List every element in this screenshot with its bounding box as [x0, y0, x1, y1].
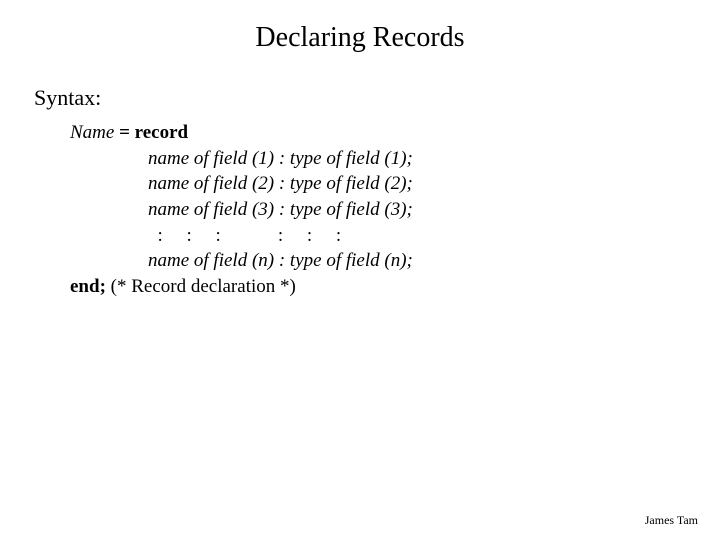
record-keyword: = record	[114, 122, 188, 143]
author-footer: James Tam	[645, 513, 698, 528]
ellipsis-line: : : : : : :	[148, 223, 413, 249]
record-name-word: Name	[70, 122, 114, 143]
field-line-3: name of field (3) : type of field (3);	[148, 197, 413, 223]
decl-first-line: Name = record	[70, 120, 413, 146]
syntax-heading: Syntax:	[34, 85, 101, 111]
end-comment: (* Record declaration *)	[106, 276, 296, 297]
end-line: end; (* Record declaration *)	[70, 274, 413, 300]
end-keyword: end;	[70, 276, 106, 297]
page-title: Declaring Records	[0, 22, 720, 54]
field-line-2: name of field (2) : type of field (2);	[148, 171, 413, 197]
slide: Declaring Records Syntax: Name = record …	[0, 0, 720, 540]
field-line-1: name of field (1) : type of field (1);	[148, 146, 413, 172]
field-line-n: name of field (n) : type of field (n);	[148, 248, 413, 274]
record-declaration-block: Name = record name of field (1) : type o…	[70, 120, 413, 299]
